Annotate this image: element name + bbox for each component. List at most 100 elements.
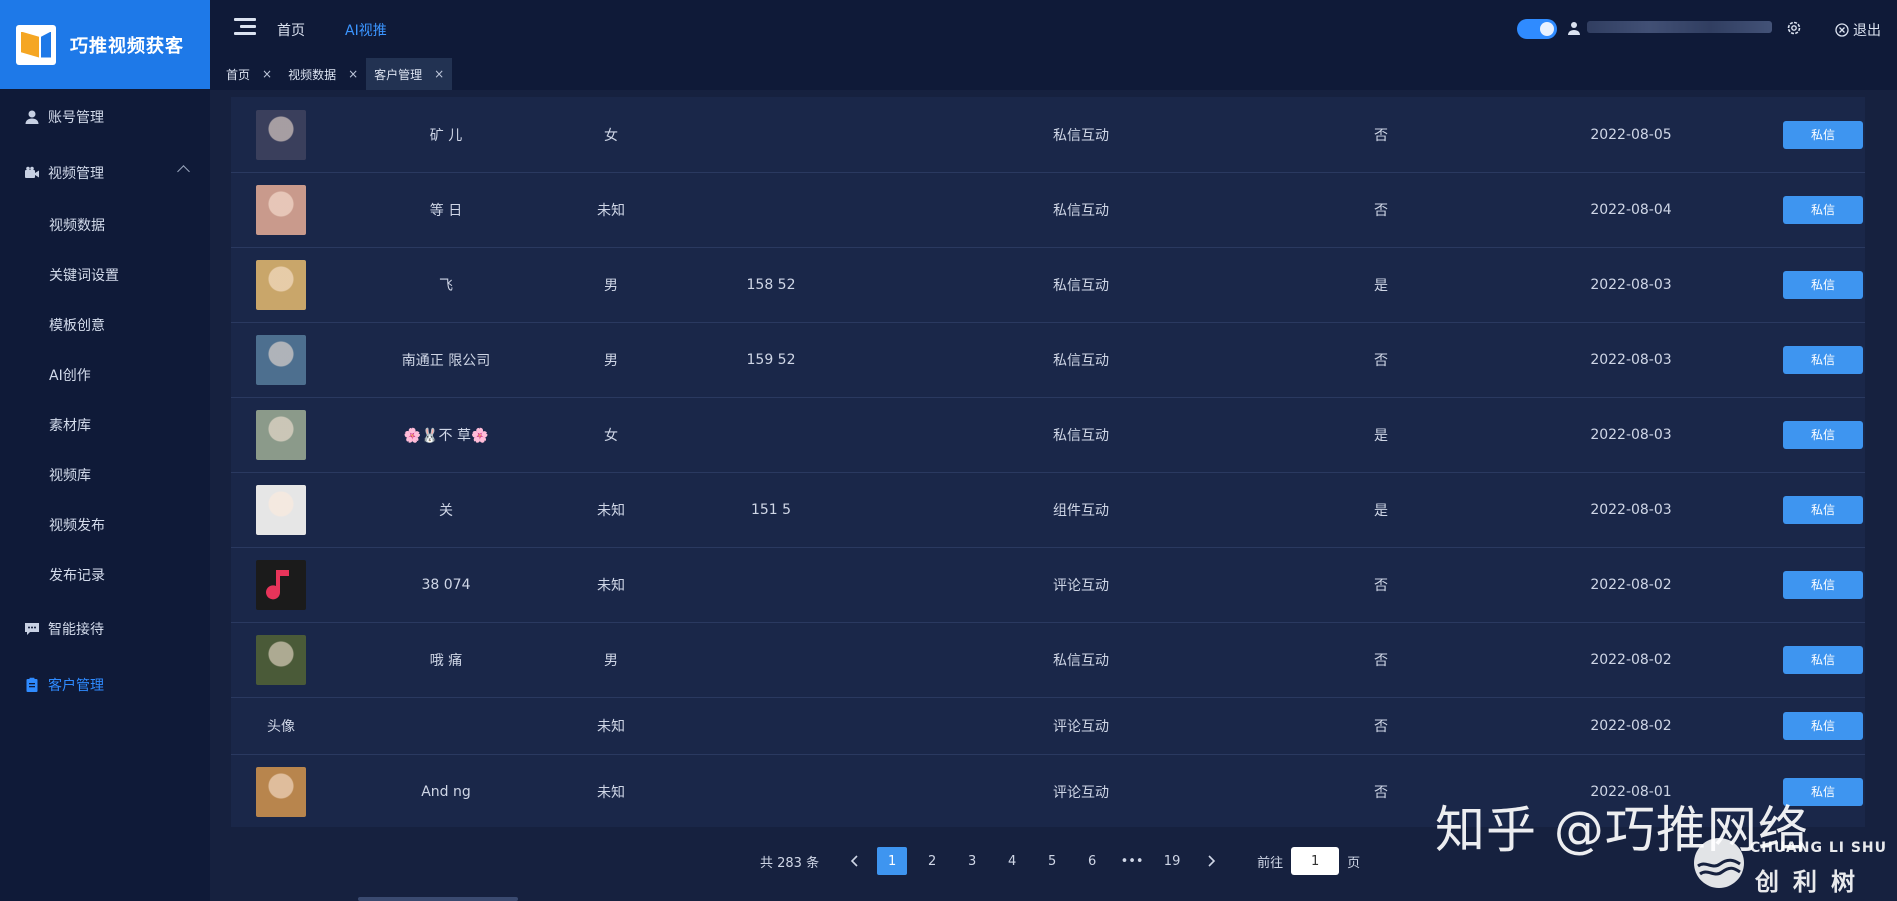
tab-label: 首页 xyxy=(226,67,251,82)
close-icon[interactable]: × xyxy=(262,67,272,81)
menu-toggle-icon[interactable] xyxy=(234,18,256,36)
table-row: 飞 男 158 52 私信互动 是 2022-08-03 私信 xyxy=(231,247,1865,323)
nav-ai-video[interactable]: AI视推 xyxy=(345,20,387,40)
sidebar-item-customer-management[interactable]: 客户管理 xyxy=(0,657,210,713)
sidebar-subitem-video-data[interactable]: 视频数据 xyxy=(0,201,210,251)
page-number[interactable]: 4 xyxy=(997,847,1027,875)
cell-gender: 未知 xyxy=(561,697,661,754)
tab-customer-management[interactable]: 客户管理 × xyxy=(366,58,453,90)
cell-text: 否 xyxy=(1374,352,1388,369)
cell-text: 未知 xyxy=(597,577,625,594)
cell-text: 151 5 xyxy=(750,501,792,518)
cell-text: 2022-08-03 xyxy=(1590,426,1672,443)
cell-action: 私信 xyxy=(1781,397,1865,472)
cell-gender: 未知 xyxy=(561,754,661,827)
message-button[interactable]: 私信 xyxy=(1783,420,1863,449)
tab-video-data[interactable]: 视频数据 × xyxy=(280,58,366,90)
message-button[interactable]: 私信 xyxy=(1783,345,1863,374)
more-pages-icon[interactable]: ••• xyxy=(1117,847,1147,875)
cell-text: 2022-08-02 xyxy=(1590,576,1672,593)
theme-toggle[interactable] xyxy=(1517,19,1557,39)
gear-icon[interactable] xyxy=(1786,20,1802,36)
sidebar-item-label: 智能接待 xyxy=(48,622,104,638)
sidebar-subitem-video-library[interactable]: 视频库 xyxy=(0,451,210,501)
cell-source: 私信互动 xyxy=(881,622,1281,697)
cell-avatar xyxy=(231,172,331,247)
cell-source: 评论互动 xyxy=(881,754,1281,827)
cell-flag: 是 xyxy=(1281,397,1481,472)
cell-phone xyxy=(661,172,881,247)
cell-text: 评论互动 xyxy=(1053,577,1109,594)
logout-button[interactable]: 退出 xyxy=(1835,20,1881,40)
avatar[interactable] xyxy=(256,766,306,817)
page-number[interactable]: 3 xyxy=(957,847,987,875)
cell-source: 私信互动 xyxy=(881,322,1281,397)
avatar[interactable] xyxy=(256,484,306,535)
cell-action: 私信 xyxy=(1781,322,1865,397)
cell-name: 🌸🐰不 草🌸 xyxy=(331,397,561,472)
avatar[interactable] xyxy=(256,409,306,460)
cell-avatar xyxy=(231,247,331,322)
sidebar-subitem-publish-records[interactable]: 发布记录 xyxy=(0,551,210,601)
cell-name: 矿 儿 xyxy=(331,97,561,172)
cell-text: 否 xyxy=(1374,577,1388,594)
app-logo[interactable]: 巧推视频获客 xyxy=(0,0,210,89)
sidebar-menu: 账号管理 视频管理 视频数据 关键词设置 模板创意 AI创作 素材库 视频库 视… xyxy=(0,89,210,713)
user-name-redacted[interactable] xyxy=(1587,21,1772,33)
tab-home[interactable]: 首页 × xyxy=(218,58,280,90)
message-button[interactable]: 私信 xyxy=(1783,645,1863,674)
cell-gender: 男 xyxy=(561,322,661,397)
page-number[interactable]: 2 xyxy=(917,847,947,875)
sidebar-subitem-video-publish[interactable]: 视频发布 xyxy=(0,501,210,551)
cell-action: 私信 xyxy=(1781,697,1865,754)
horizontal-scrollbar[interactable] xyxy=(358,897,518,901)
cell-avatar: 头像 xyxy=(231,697,331,754)
cell-text: 否 xyxy=(1374,127,1388,144)
sidebar-subitem-keyword-settings[interactable]: 关键词设置 xyxy=(0,251,210,301)
sidebar-item-smart-reception[interactable]: 智能接待 xyxy=(0,601,210,657)
avatar-placeholder-text: 头像 xyxy=(267,718,295,735)
chevron-right-icon[interactable] xyxy=(1197,847,1225,875)
message-button[interactable]: 私信 xyxy=(1783,711,1863,740)
cell-date: 2022-08-05 xyxy=(1481,97,1781,172)
cell-source: 私信互动 xyxy=(881,172,1281,247)
message-button[interactable]: 私信 xyxy=(1783,570,1863,599)
user-icon xyxy=(1568,22,1580,35)
page-number[interactable]: 1 xyxy=(877,847,908,875)
cell-text: 否 xyxy=(1374,784,1388,801)
cell-gender: 未知 xyxy=(561,472,661,547)
cell-avatar xyxy=(231,472,331,547)
goto-page-input[interactable] xyxy=(1291,847,1340,875)
avatar[interactable] xyxy=(256,109,306,160)
close-icon[interactable]: × xyxy=(434,67,444,81)
chevron-up-icon[interactable] xyxy=(177,165,190,178)
avatar[interactable] xyxy=(256,634,306,685)
message-button[interactable]: 私信 xyxy=(1783,495,1863,524)
tab-label: 视频数据 xyxy=(288,67,337,82)
chevron-left-icon[interactable] xyxy=(841,847,869,875)
cell-name: 关 xyxy=(331,472,561,547)
page-number[interactable]: 19 xyxy=(1157,847,1187,875)
sidebar-subitem-material-library[interactable]: 素材库 xyxy=(0,401,210,451)
music-icon[interactable] xyxy=(256,559,306,610)
sidebar-item-account[interactable]: 账号管理 xyxy=(0,89,210,145)
sidebar-subitem-template-creative[interactable]: 模板创意 xyxy=(0,301,210,351)
cell-text: 否 xyxy=(1374,718,1388,735)
table-row: 🌸🐰不 草🌸 女 私信互动 是 2022-08-03 私信 xyxy=(231,397,1865,473)
close-icon[interactable]: × xyxy=(348,67,358,81)
sidebar-item-video-management[interactable]: 视频管理 xyxy=(0,145,210,201)
cell-text: 否 xyxy=(1374,202,1388,219)
avatar[interactable] xyxy=(256,259,306,310)
page-number[interactable]: 5 xyxy=(1037,847,1067,875)
message-button[interactable]: 私信 xyxy=(1783,270,1863,299)
sidebar-subitem-ai-creation[interactable]: AI创作 xyxy=(0,351,210,401)
table-row: 关 未知 151 5 组件互动 是 2022-08-03 私信 xyxy=(231,472,1865,548)
nav-home[interactable]: 首页 xyxy=(277,20,305,40)
cell-source: 私信互动 xyxy=(881,97,1281,172)
message-button[interactable]: 私信 xyxy=(1783,195,1863,224)
message-button[interactable]: 私信 xyxy=(1783,120,1863,149)
avatar[interactable] xyxy=(256,334,306,385)
cell-phone: 151 5 xyxy=(661,472,881,547)
page-number[interactable]: 6 xyxy=(1077,847,1107,875)
avatar[interactable] xyxy=(256,184,306,235)
